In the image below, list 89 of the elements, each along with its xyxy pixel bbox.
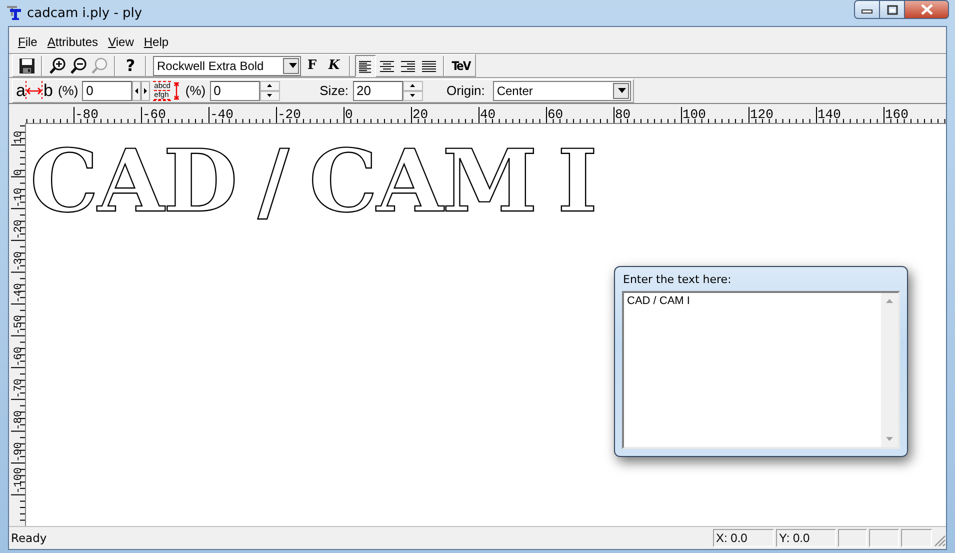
spin-right-button[interactable] xyxy=(141,80,150,100)
magnifier-icon xyxy=(90,56,108,74)
ruler-label: 40 xyxy=(480,107,496,122)
ruler-label: 160 xyxy=(885,107,908,122)
ruler-label: -10 xyxy=(13,188,25,208)
scroll-down-icon xyxy=(886,437,893,441)
spin-up-button[interactable] xyxy=(402,80,423,90)
origin-value: Center xyxy=(496,84,534,98)
menu-item[interactable]: Help xyxy=(138,33,174,51)
resize-grip-icon xyxy=(932,533,946,547)
maximize-icon xyxy=(886,4,898,14)
unit-label: (%) xyxy=(56,83,80,98)
ruler-label: -30 xyxy=(13,251,25,272)
ruler-label: -40 xyxy=(210,107,234,122)
spin-down-icon xyxy=(267,94,272,97)
scrollbar[interactable] xyxy=(881,293,898,447)
ruler-label: 80 xyxy=(615,107,631,122)
spin-up-icon xyxy=(410,84,416,87)
y-coordinate: Y: 0.0 xyxy=(776,528,836,546)
ruler-label: 60 xyxy=(548,107,564,122)
spin-right-icon xyxy=(144,88,148,94)
ruler-label: -80 xyxy=(13,410,25,430)
ruler-label: 140 xyxy=(818,107,841,122)
tev-button[interactable]: TeV xyxy=(449,54,473,76)
origin-dropdown[interactable]: Center xyxy=(492,80,631,100)
ruler-label: -70 xyxy=(13,378,25,398)
ruler-label: -80 xyxy=(75,107,98,122)
spin-up-button[interactable] xyxy=(260,80,280,90)
align-left-button[interactable] xyxy=(355,54,376,76)
align-center-icon xyxy=(378,58,394,72)
status-message: Ready xyxy=(11,530,48,544)
arrow-icon xyxy=(25,80,44,100)
zoom-in-button[interactable] xyxy=(47,54,68,76)
ruler-label: -60 xyxy=(13,346,25,367)
minimize-button[interactable] xyxy=(854,0,880,19)
spin-up-icon xyxy=(267,84,272,87)
size-label: Size: xyxy=(318,83,350,98)
char-spacing-input[interactable]: 0 xyxy=(82,80,132,100)
ruler-label: 120 xyxy=(750,107,774,122)
ruler-label: -20 xyxy=(13,220,25,240)
close-button[interactable] xyxy=(905,0,949,19)
window-title: cadcam i.ply - ply xyxy=(27,6,142,20)
ruler-label: -50 xyxy=(13,314,25,335)
status-pane xyxy=(901,528,932,546)
italic-button[interactable]: K xyxy=(323,54,345,76)
align-justify-icon xyxy=(420,58,436,72)
close-icon xyxy=(920,4,934,15)
spin-left-icon xyxy=(135,88,138,94)
arrow-icon xyxy=(173,80,180,100)
app-icon xyxy=(6,5,22,21)
ruler-label: 0 xyxy=(13,169,25,176)
ruler-label: 0 xyxy=(345,107,353,122)
font-dropdown[interactable]: Rockwell Extra Bold xyxy=(153,56,301,76)
origin-label: Origin: xyxy=(446,83,486,98)
spin-left-button[interactable] xyxy=(132,80,142,100)
bold-button[interactable]: F xyxy=(301,54,323,76)
ruler-label: 10 xyxy=(13,130,25,144)
spin-down-icon xyxy=(410,94,416,97)
dialog-title: Enter the text here: xyxy=(622,272,732,288)
line-spacing-input[interactable]: 0 xyxy=(210,80,260,100)
ruler-label: -100 xyxy=(13,467,25,494)
outlined-text: CAD / CAM I xyxy=(30,130,597,234)
ruler-label: 100 xyxy=(682,107,706,122)
x-coordinate: X: 0.0 xyxy=(713,528,774,546)
zoom-out-icon xyxy=(70,56,88,74)
unit-label: (%) xyxy=(184,83,207,98)
status-pane xyxy=(838,528,867,546)
letter-spacing-icon: a b xyxy=(15,80,54,102)
help-button[interactable]: ? xyxy=(120,54,141,76)
status-pane xyxy=(869,528,899,546)
dropdown-arrow-icon xyxy=(618,88,626,93)
menu-item[interactable]: File xyxy=(13,33,42,51)
align-left-icon xyxy=(358,58,374,72)
ruler-label: 20 xyxy=(412,107,428,122)
ruler-label: -60 xyxy=(142,107,166,122)
dropdown-arrow-icon xyxy=(288,63,296,68)
ruler-label: -20 xyxy=(278,107,301,122)
zoom-out-button[interactable] xyxy=(68,54,89,76)
size-input[interactable]: 20 xyxy=(352,80,403,100)
scroll-up-icon xyxy=(886,299,893,303)
menu-item[interactable]: View xyxy=(103,33,139,51)
ruler-label: -90 xyxy=(13,442,25,462)
save-icon xyxy=(18,56,36,74)
align-right-icon xyxy=(400,58,416,72)
menu-item[interactable]: Attributes xyxy=(42,33,104,51)
zoom-in-icon xyxy=(48,56,66,74)
maximize-button[interactable] xyxy=(880,0,905,19)
font-name: Rockwell Extra Bold xyxy=(156,58,265,72)
ruler-label: -40 xyxy=(13,283,25,303)
